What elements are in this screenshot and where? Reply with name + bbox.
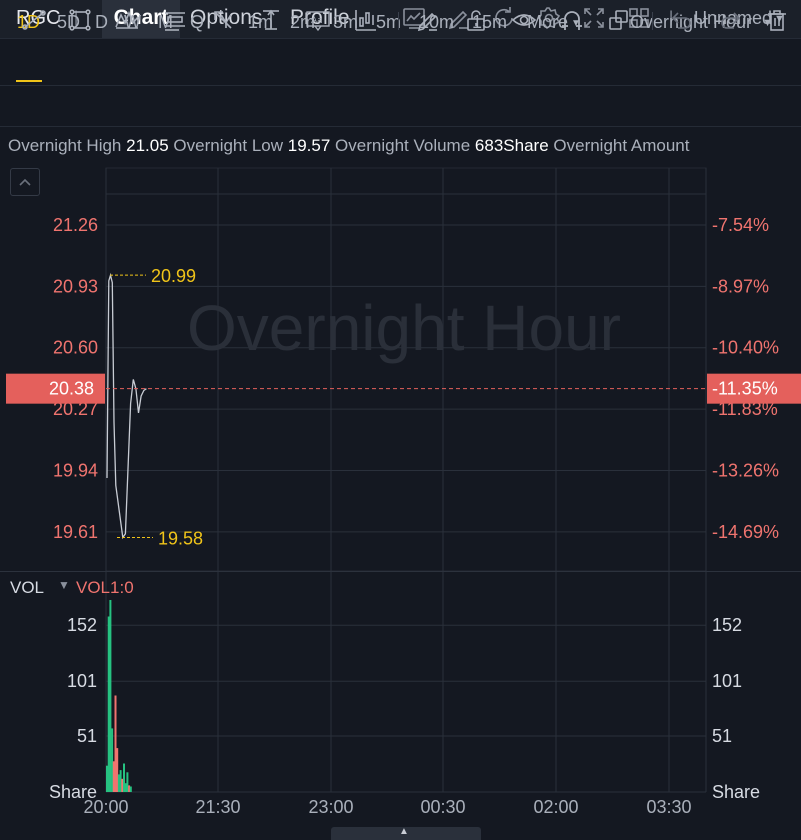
volume-axis-left: 15210151Share (49, 615, 97, 802)
interval-d[interactable]: D (95, 12, 108, 33)
volume-indicator-dropdown[interactable]: VOL (10, 578, 44, 598)
interval-bar (0, 39, 801, 86)
volume-bar (126, 772, 129, 792)
price-series (106, 272, 147, 540)
volume-tick-label: 51 (712, 726, 732, 746)
time-tick-label: 00:30 (420, 797, 465, 817)
measure-icon[interactable] (257, 6, 285, 34)
volume-tick-label: 152 (712, 615, 742, 635)
plot-frame (105, 167, 707, 572)
volume-tick-label: 152 (67, 615, 97, 635)
time-tick-label: 02:00 (533, 797, 578, 817)
lock-icon[interactable] (462, 6, 490, 34)
eye-icon[interactable] (510, 6, 538, 34)
percent-tick-label: -7.54% (712, 215, 769, 235)
bar-pattern-icon[interactable] (352, 6, 380, 34)
price-grid (105, 167, 707, 572)
caret-down-icon[interactable]: ▼ (58, 578, 70, 592)
overnight-volume-value: 683Share (474, 136, 549, 155)
overnight-low-value: 19.57 (287, 136, 331, 155)
price-tick-label: 20.60 (53, 338, 98, 358)
time-axis: 20:00 21:30 23:00 00:30 02:00 03:30 (83, 797, 691, 817)
price-tick-label: 20.93 (53, 276, 98, 296)
active-interval-indicator (16, 80, 42, 82)
price-tick-label: 19.61 (53, 522, 98, 542)
volume-unit-label: Share (712, 782, 760, 802)
low-marker-label: 19.58 (158, 529, 203, 549)
toolbar-divider (398, 12, 399, 30)
volume-bar (116, 748, 119, 792)
overnight-volume-label: Overnight Volume (335, 136, 471, 155)
price-tick-label: 19.94 (53, 461, 98, 481)
volume-bar (111, 728, 114, 792)
overnight-high-value: 21.05 (126, 136, 169, 155)
drawing-toolbar (0, 86, 801, 127)
volume-tick-label: 101 (712, 671, 742, 691)
high-marker-label: 20.99 (151, 266, 196, 286)
time-tick-label: 03:30 (646, 797, 691, 817)
volume-bars (106, 600, 132, 792)
current-percent-label: -11.35% (712, 379, 778, 399)
overnight-high-label: Overnight High (8, 136, 122, 155)
chart-watermark: Overnight Hour (187, 292, 621, 364)
percent-tick-label: -13.26% (712, 461, 779, 481)
volume-bar (124, 783, 127, 792)
arrow-icon[interactable] (209, 6, 237, 34)
price-tick-label: 21.26 (53, 215, 98, 235)
svg-text:Aa: Aa (311, 16, 323, 26)
current-price-label: 20.38 (49, 379, 94, 399)
trash-icon[interactable] (763, 6, 791, 34)
volume-tick-label: 101 (67, 671, 97, 691)
volume-bar (107, 616, 110, 792)
trendline-icon[interactable] (20, 6, 48, 34)
magnet-icon[interactable] (558, 6, 586, 34)
time-tick-label: 23:00 (308, 797, 353, 817)
toolbar-divider (652, 12, 653, 30)
price-line (106, 272, 147, 540)
fibonacci-icon[interactable] (161, 6, 189, 34)
brush-icon[interactable] (414, 6, 442, 34)
percent-tick-label: -8.97% (712, 276, 769, 296)
volume-bar (129, 786, 132, 792)
time-tick-label: 21:30 (195, 797, 240, 817)
percent-tick-label: -14.69% (712, 522, 779, 542)
redo-icon[interactable] (716, 6, 744, 34)
clone-icon[interactable] (605, 6, 633, 34)
pattern-icon[interactable] (113, 6, 141, 34)
time-tick-label: 20:00 (83, 797, 128, 817)
overnight-amount-label: Overnight Amount (553, 136, 690, 155)
percent-tick-label: -10.40% (712, 338, 779, 358)
volume-indicator-value: VOL1:0 (76, 578, 134, 597)
undo-icon[interactable] (668, 6, 696, 34)
text-icon[interactable]: Aa (304, 6, 332, 34)
overnight-low-label: Overnight Low (173, 136, 284, 155)
chevron-up-icon: ▲ (399, 826, 409, 837)
session-stats-bar: Overnight High 21.05 Overnight Low 19.57… (8, 136, 689, 156)
volume-chart[interactable]: 152 101 51 Share 152 101 51 Share 20:00 21:30 23… (0, 572, 801, 822)
volume-grid (105, 572, 707, 793)
current-price-tags: 20.38 -11.35% (6, 373, 801, 404)
interval-q[interactable]: Q (190, 12, 204, 33)
rectangle-icon[interactable] (66, 6, 94, 34)
volume-axis-right: 152 101 51 Share (712, 615, 760, 802)
volume-bar (119, 770, 122, 792)
price-chart[interactable]: Overnight Hour 21.2620.9320.6020.2719.94… (0, 160, 801, 572)
volume-tick-label: 51 (77, 726, 97, 746)
